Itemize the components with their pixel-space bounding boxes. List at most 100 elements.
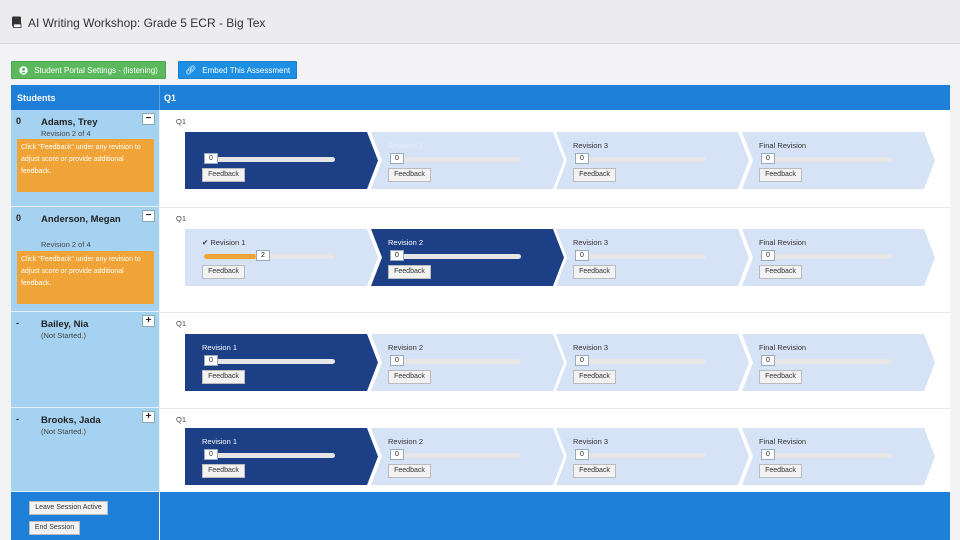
score-slider-track[interactable]: [761, 359, 892, 364]
row-question-label: Q1: [176, 214, 187, 223]
feedback-hint: Click "Feedback" under any revision to a…: [17, 251, 154, 304]
score-slider-track[interactable]: [575, 254, 706, 259]
revision-stage: Final Revision 0 Feedback: [742, 428, 935, 485]
student-status: Revision 2 of 4: [41, 240, 91, 249]
row-question-label: Q1: [176, 319, 187, 328]
score-slider-track[interactable]: [575, 359, 706, 364]
score-value-box[interactable]: 0: [204, 355, 218, 366]
score-value-box[interactable]: 0: [761, 355, 775, 366]
score-value-box[interactable]: 0: [761, 250, 775, 261]
leave-session-active-button[interactable]: Leave Session Active: [29, 501, 108, 515]
students-column-header: Students: [17, 93, 56, 103]
feedback-button[interactable]: Feedback: [573, 265, 616, 279]
stage-label: Revision 3: [573, 141, 609, 150]
expand-toggle-button[interactable]: +: [142, 411, 155, 423]
revision-stage: Revision 2 0 Feedback: [371, 132, 564, 189]
link-icon: 🔗︎: [184, 64, 197, 75]
student-name: Anderson, Megan: [41, 214, 121, 225]
score-value-box[interactable]: 0: [390, 153, 404, 164]
student-portal-settings-button[interactable]: Student Portal Settings - (listening): [11, 61, 166, 79]
feedback-button[interactable]: Feedback: [759, 464, 802, 478]
student-status: Revision 2 of 4: [41, 129, 91, 138]
revision-stage: Revision 3 0 Feedback: [556, 132, 749, 189]
revision-stage: Final Revision 0 Feedback: [742, 229, 935, 286]
score-slider-track[interactable]: [390, 359, 521, 364]
feedback-button[interactable]: Feedback: [759, 265, 802, 279]
feedback-button[interactable]: Feedback: [759, 168, 802, 182]
score-value-box[interactable]: 0: [390, 250, 404, 261]
score-value-box[interactable]: 0: [204, 449, 218, 460]
stage-label: Final Revision: [759, 437, 807, 446]
score-slider-track[interactable]: [761, 453, 892, 458]
feedback-button[interactable]: Feedback: [388, 370, 431, 384]
score-value-box[interactable]: 0: [575, 153, 589, 164]
collapse-toggle-button[interactable]: −: [142, 210, 155, 222]
feedback-button[interactable]: Feedback: [759, 370, 802, 384]
student-status: (Not Started.): [41, 427, 87, 436]
score-value-box[interactable]: 0: [761, 153, 775, 164]
row-divider: [160, 312, 950, 313]
student-row: 0 Adams, Trey Revision 2 of 4 − Click "Feedb…: [11, 110, 159, 207]
score-value-box[interactable]: 0: [575, 250, 589, 261]
feedback-button[interactable]: Feedback: [202, 168, 245, 182]
feedback-button[interactable]: Feedback: [202, 464, 245, 478]
stage-label: Revision 3: [573, 238, 609, 247]
revision-stage: Final Revision 0 Feedback: [742, 334, 935, 391]
score-value-box[interactable]: 0: [390, 449, 404, 460]
revision-stage: Revision 3 0 Feedback: [556, 428, 749, 485]
revision-stage: Revision 3 0 Feedback: [556, 229, 749, 286]
student-score: -: [16, 318, 19, 328]
student-portal-settings-label: Student Portal Settings - (listening): [34, 65, 158, 75]
stage-label: Revision 3: [573, 437, 609, 446]
score-value-box[interactable]: 2: [256, 250, 270, 261]
score-slider-track[interactable]: [390, 453, 521, 458]
stage-label: Revision 1: [202, 437, 238, 446]
stage-label: Revision 1: [202, 343, 238, 352]
table-header: Students Q1: [11, 85, 950, 110]
score-slider-track[interactable]: [204, 157, 335, 162]
end-session-button[interactable]: End Session: [29, 521, 80, 535]
revision-stage: Revision 3 0 Feedback: [556, 334, 749, 391]
score-slider-track[interactable]: [761, 254, 892, 259]
row-divider: [160, 207, 950, 208]
revision-stage: Revision 2 0 Feedback: [371, 229, 564, 286]
score-value-box[interactable]: 0: [761, 449, 775, 460]
revision-stage: Final Revision 0 Feedback: [742, 132, 935, 189]
score-slider-track[interactable]: [390, 254, 521, 259]
revision-stage: Revision 1 0 Feedback: [185, 334, 378, 391]
score-slider-track[interactable]: [204, 453, 335, 458]
row-question-label: Q1: [176, 117, 187, 126]
feedback-button[interactable]: Feedback: [573, 168, 616, 182]
score-slider-track[interactable]: [761, 157, 892, 162]
embed-assessment-button[interactable]: 🔗︎ Embed This Assessment: [178, 61, 297, 79]
feedback-button[interactable]: Feedback: [202, 370, 245, 384]
expand-toggle-button[interactable]: +: [142, 315, 155, 327]
feedback-button[interactable]: Feedback: [573, 464, 616, 478]
user-circle-icon: [19, 65, 28, 75]
feedback-button[interactable]: Feedback: [573, 370, 616, 384]
feedback-button[interactable]: Feedback: [388, 265, 431, 279]
revision-stage: ✔ Revision 1 2 Feedback: [185, 229, 378, 286]
stage-label: Revision 2: [388, 238, 424, 247]
score-value-box[interactable]: 0: [575, 355, 589, 366]
feedback-button[interactable]: Feedback: [388, 168, 431, 182]
stage-label: Revision 2: [388, 141, 424, 150]
stage-label: Final Revision: [759, 238, 807, 247]
score-value-box[interactable]: 0: [390, 355, 404, 366]
feedback-button[interactable]: Feedback: [388, 464, 431, 478]
score-slider-track[interactable]: [575, 157, 706, 162]
score-slider-track[interactable]: [204, 359, 335, 364]
stage-label: Revision 2: [388, 343, 424, 352]
collapse-toggle-button[interactable]: −: [142, 113, 155, 125]
footer-bar: [160, 492, 950, 540]
feedback-hint: Click "Feedback" under any revision to a…: [17, 139, 154, 192]
score-value-box[interactable]: 0: [575, 449, 589, 460]
score-slider-track[interactable]: [390, 157, 521, 162]
score-slider-track[interactable]: [575, 453, 706, 458]
feedback-button[interactable]: Feedback: [202, 265, 245, 279]
score-value-box[interactable]: 0: [204, 153, 218, 164]
stage-label: Revision 2: [388, 437, 424, 446]
student-score: 0: [16, 116, 22, 126]
student-name: Adams, Trey: [41, 117, 98, 128]
stage-label: Revision 3: [573, 343, 609, 352]
